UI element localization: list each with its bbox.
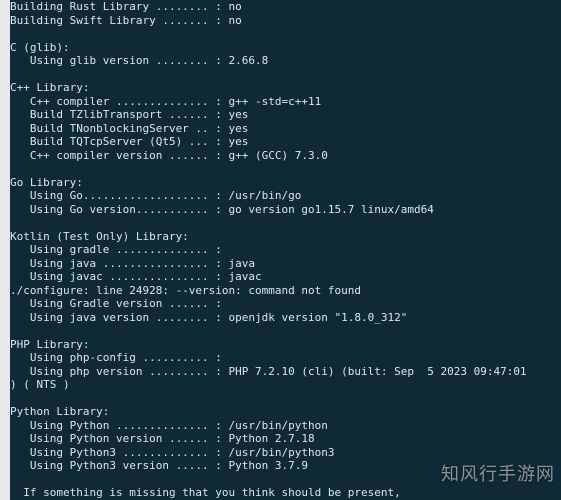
terminal-line: Using Python3 ............. : /usr/bin/p… bbox=[10, 446, 561, 460]
terminal-line: Kotlin (Test Only) Library: bbox=[10, 230, 561, 244]
terminal-line: Build TQTcpServer (Qt5) ... : yes bbox=[10, 135, 561, 149]
terminal-line bbox=[10, 27, 561, 41]
terminal-line: C++ compiler .............. : g++ -std=c… bbox=[10, 95, 561, 109]
terminal-line: C++ compiler version ...... : g++ (GCC) … bbox=[10, 149, 561, 163]
terminal-line: Using php version ......... : PHP 7.2.10… bbox=[10, 365, 561, 379]
terminal-line: Using glib version ........ : 2.66.8 bbox=[10, 54, 561, 68]
terminal-line: Using java version ........ : openjdk ve… bbox=[10, 311, 561, 325]
terminal-line: ./configure: line 24928: --version: comm… bbox=[10, 284, 561, 298]
terminal-line: Using java ................ : java bbox=[10, 257, 561, 271]
terminal-line: Building Swift Library ....... : no bbox=[10, 14, 561, 28]
terminal-line: Build TZlibTransport ...... : yes bbox=[10, 108, 561, 122]
terminal-line: Python Library: bbox=[10, 405, 561, 419]
terminal-line: C (glib): bbox=[10, 41, 561, 55]
terminal-line: Using Python version ...... : Python 2.7… bbox=[10, 432, 561, 446]
terminal-line: If something is missing that you think s… bbox=[10, 486, 561, 500]
terminal-output[interactable]: Building Rust Library ........ : noBuild… bbox=[10, 0, 561, 500]
terminal-line: Using php-config .......... : bbox=[10, 351, 561, 365]
terminal-line: PHP Library: bbox=[10, 338, 561, 352]
terminal-line: Using Go................... : /usr/bin/g… bbox=[10, 189, 561, 203]
terminal-line: Using gradle .............. : bbox=[10, 243, 561, 257]
terminal-line: Using Go version........... : go version… bbox=[10, 203, 561, 217]
terminal-line bbox=[10, 392, 561, 406]
terminal-line: ) ( NTS ) bbox=[10, 378, 561, 392]
terminal-line: Using Python3 version ..... : Python 3.7… bbox=[10, 459, 561, 473]
terminal-line bbox=[10, 68, 561, 82]
terminal-line bbox=[10, 216, 561, 230]
terminal-line: Building Rust Library ........ : no bbox=[10, 0, 561, 14]
terminal-line bbox=[10, 324, 561, 338]
terminal-line: C++ Library: bbox=[10, 81, 561, 95]
terminal-line bbox=[10, 473, 561, 487]
terminal-line: Using javac ............... : javac bbox=[10, 270, 561, 284]
terminal-line: Using Python .............. : /usr/bin/p… bbox=[10, 419, 561, 433]
terminal-line: Using Gradle version ...... : bbox=[10, 297, 561, 311]
terminal-line bbox=[10, 162, 561, 176]
terminal-line: Go Library: bbox=[10, 176, 561, 190]
terminal-line: Build TNonblockingServer .. : yes bbox=[10, 122, 561, 136]
